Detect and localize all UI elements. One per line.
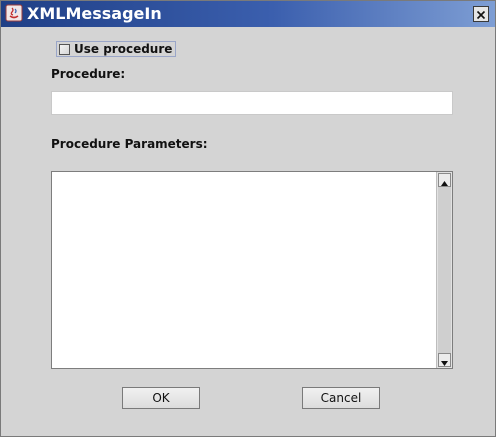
procedure-parameters-textarea[interactable] (52, 172, 436, 368)
dialog-window: XMLMessageIn Use procedure Procedure: Pr… (0, 0, 496, 437)
scroll-up-button[interactable] (438, 173, 451, 187)
scroll-down-button[interactable] (438, 353, 451, 367)
close-icon (476, 5, 486, 24)
window-title: XMLMessageIn (27, 4, 162, 23)
procedure-input[interactable] (51, 91, 453, 115)
procedure-parameters-label: Procedure Parameters: (51, 137, 208, 151)
vertical-scrollbar[interactable] (436, 172, 452, 368)
arrow-down-icon (441, 351, 448, 370)
title-bar[interactable]: XMLMessageIn (1, 1, 495, 27)
use-procedure-label[interactable]: Use procedure (74, 42, 172, 56)
ok-button[interactable]: OK (122, 387, 200, 409)
close-button[interactable] (473, 6, 489, 22)
use-procedure-checkbox[interactable] (59, 43, 70, 55)
cancel-button[interactable]: Cancel (302, 387, 380, 409)
use-procedure-checkbox-group[interactable]: Use procedure (56, 41, 177, 57)
scroll-track[interactable] (438, 187, 451, 353)
java-app-icon (5, 4, 23, 22)
procedure-label: Procedure: (51, 67, 126, 81)
procedure-parameters-area (51, 171, 453, 369)
